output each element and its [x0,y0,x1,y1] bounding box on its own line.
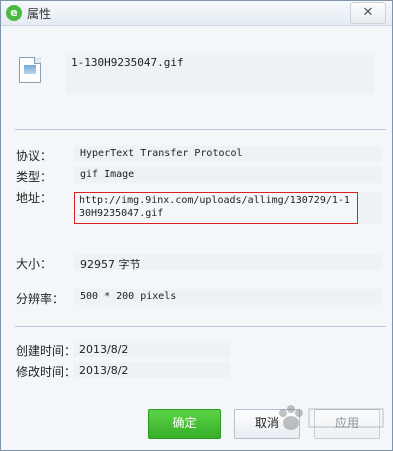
modified-value: 2013/8/2 [79,364,129,377]
address-field-bg [358,192,381,224]
apply-button[interactable]: 应用 [314,409,380,439]
created-value: 2013/8/2 [79,343,129,356]
image-preview-mark [24,65,36,74]
close-icon: ✕ [362,5,374,20]
dialog-title: 属性 [27,7,52,21]
resolution-value: 500 * 200 pixels [80,291,177,302]
address-value: http://img.9inx.com/uploads/allimg/13072… [79,195,350,219]
size-value: 92957 字节 [80,258,141,271]
filename-text: 1-130H9235047.gif [71,56,184,69]
address-field[interactable]: http://img.9inx.com/uploads/allimg/13072… [74,192,358,224]
browser-logo-icon: e [6,5,22,21]
protocol-label: 协议： [16,149,53,163]
modified-label: 修改时间： [16,365,77,379]
close-button[interactable]: ✕ [350,2,386,24]
filename-field[interactable]: 1-130H9235047.gif [66,53,374,93]
title-bar[interactable]: e 属性 ✕ [1,1,392,26]
ok-button[interactable]: 确定 [148,409,221,439]
type-value: gif Image [80,169,135,180]
protocol-value: HyperText Transfer Protocol [80,148,243,159]
resolution-label: 分辨率： [16,292,65,306]
size-label: 大小： [16,257,53,271]
image-file-icon [19,57,41,83]
properties-dialog: e 属性 ✕ 1-130H9235047.gif 协议： HyperText T… [0,0,393,451]
divider-bottom [15,326,386,327]
page-fold [34,57,41,64]
created-label: 创建时间： [16,344,77,358]
type-label: 类型： [16,170,53,184]
cancel-button[interactable]: 取消 [234,409,300,439]
address-label: 地址： [16,191,53,205]
divider-top [15,129,386,130]
